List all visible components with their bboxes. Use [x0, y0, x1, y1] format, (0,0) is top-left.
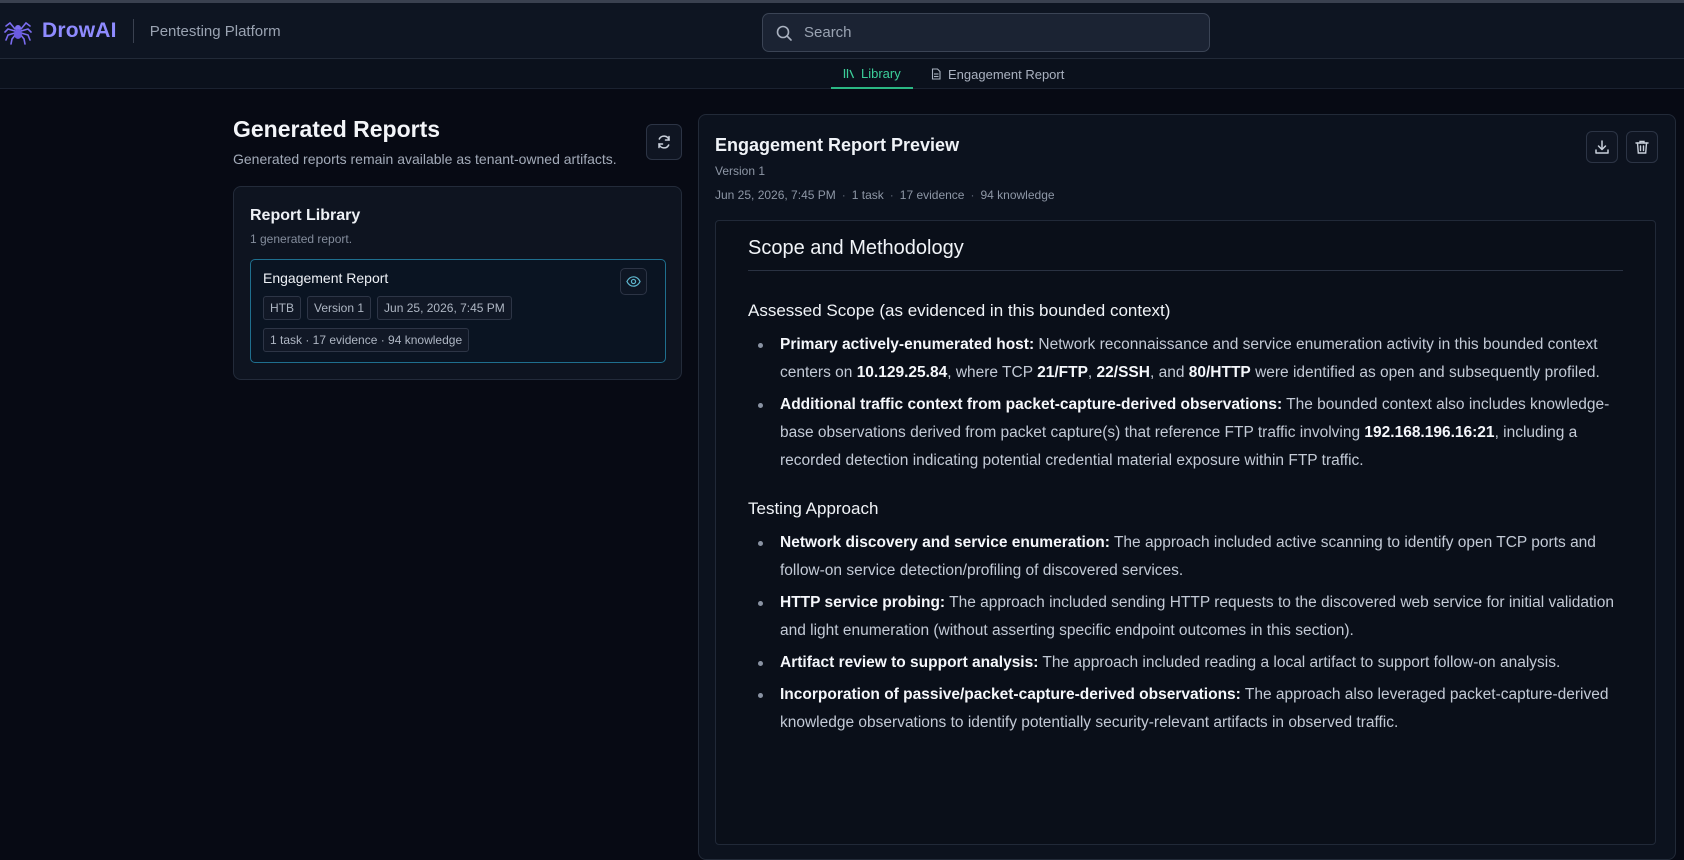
list-item: Artifact review to support analysis: The… [748, 649, 1623, 677]
tab-engagement-report[interactable]: Engagement Report [918, 59, 1076, 89]
chip-source: HTB [263, 296, 301, 320]
scope-list: Primary actively-enumerated host: Networ… [748, 331, 1623, 475]
chip-summary: 1 task · 17 evidence · 94 knowledge [263, 328, 470, 352]
top-bar: DrowAI Pentesting Platform [0, 0, 1684, 59]
report-document: Scope and Methodology Assessed Scope (as… [715, 220, 1656, 845]
eye-icon [626, 276, 641, 287]
report-library-panel: Report Library 1 generated report. Engag… [233, 186, 682, 380]
tab-library-label: Library [861, 65, 901, 81]
report-preview-panel: Engagement Report Preview Version 1 Jun … [698, 114, 1676, 860]
meta-tasks: 1 task [851, 188, 884, 202]
preview-version: Version 1 [715, 164, 766, 178]
document-icon [931, 68, 941, 80]
brand-subtitle: Pentesting Platform [149, 22, 281, 40]
brand-name: DrowAI [42, 19, 117, 42]
tab-library[interactable]: Library [831, 59, 913, 89]
report-card-title: Engagement Report [263, 270, 389, 286]
brand[interactable]: DrowAI Pentesting Platform [4, 17, 281, 45]
list-item: HTTP service probing: The approach inclu… [748, 589, 1623, 645]
library-title: Report Library [250, 207, 361, 224]
refresh-icon [658, 135, 670, 149]
search-input[interactable] [804, 24, 1184, 41]
spider-logo-icon [4, 21, 32, 45]
view-report-button[interactable] [620, 268, 647, 295]
list-item: Additional traffic context from packet-c… [748, 391, 1623, 475]
list-item: Primary actively-enumerated host: Networ… [748, 331, 1623, 387]
report-chips: HTB Version 1 Jun 25, 2026, 7:45 PM [263, 296, 512, 320]
delete-button[interactable] [1626, 131, 1658, 163]
search-box[interactable] [762, 13, 1210, 52]
report-summary-row: 1 task · 17 evidence · 94 knowledge [263, 328, 470, 352]
meta-knowledge: 94 knowledge [980, 188, 1055, 202]
download-icon [1595, 140, 1609, 154]
brand-divider [132, 19, 134, 43]
preview-title: Engagement Report Preview [715, 135, 960, 155]
meta-date: Jun 25, 2026, 7:45 PM [715, 188, 836, 202]
tab-bar: Library Engagement Report [0, 59, 1684, 89]
page-title: Generated Reports [233, 116, 441, 142]
library-icon [843, 69, 855, 79]
trash-icon [1635, 140, 1649, 154]
refresh-button[interactable] [646, 124, 682, 160]
chip-version: Version 1 [307, 296, 372, 320]
meta-evidence: 17 evidence [899, 188, 965, 202]
preview-meta: Jun 25, 2026, 7:45 PM · 1 task · 17 evid… [715, 188, 1055, 202]
chip-date: Jun 25, 2026, 7:45 PM [377, 296, 512, 320]
approach-list: Network discovery and service enumeratio… [748, 529, 1623, 737]
subsection-heading-scope: Assessed Scope (as evidenced in this bou… [748, 301, 1171, 320]
report-card[interactable]: Engagement Report HTB Version 1 Jun 25, … [250, 259, 666, 363]
list-item: Incorporation of passive/packet-capture-… [748, 681, 1623, 737]
subsection-heading-approach: Testing Approach [748, 499, 879, 518]
list-item: Network discovery and service enumeratio… [748, 529, 1623, 585]
search-icon [776, 25, 792, 41]
download-button[interactable] [1586, 131, 1618, 163]
section-heading: Scope and Methodology [748, 237, 1623, 271]
library-count: 1 generated report. [250, 232, 353, 246]
page-subtitle: Generated reports remain available as te… [233, 151, 617, 167]
tab-engagement-report-label: Engagement Report [948, 66, 1065, 82]
